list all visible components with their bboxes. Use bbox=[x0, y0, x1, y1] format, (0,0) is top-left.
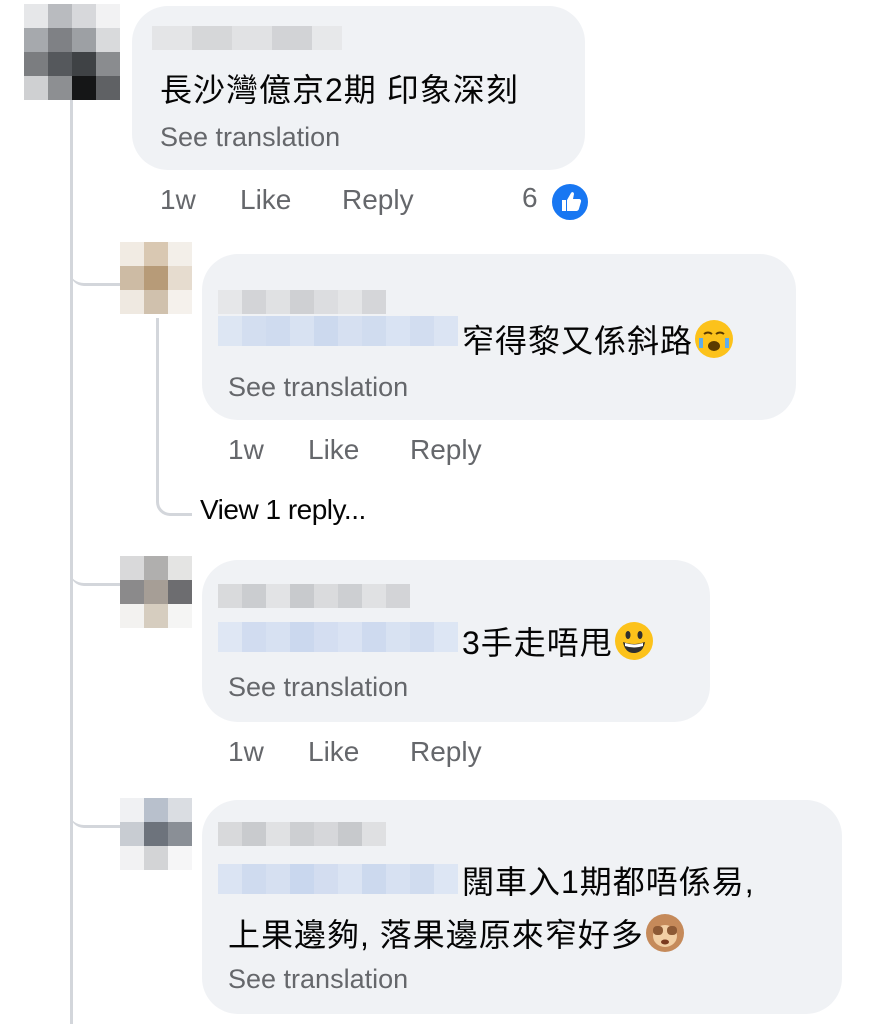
thumbs-up-icon bbox=[562, 192, 582, 211]
commenter-name-redacted bbox=[218, 584, 410, 608]
grinning-face-emoji bbox=[614, 622, 653, 660]
comment-text: 長沙灣億京2期 印象深刻 bbox=[160, 72, 519, 108]
thread-connector-view-replies bbox=[156, 480, 192, 516]
view-replies-link[interactable]: View 1 reply... bbox=[200, 494, 366, 526]
comment-text: 上果邊夠, 落果邊原來窄好多 bbox=[228, 917, 644, 953]
comment-time: 1w bbox=[160, 184, 196, 215]
like-button[interactable]: Like bbox=[240, 184, 291, 216]
commenter-name-redacted bbox=[152, 26, 342, 50]
comment-text: 3手走唔甩 bbox=[462, 625, 613, 661]
see-translation-link[interactable]: See translation bbox=[160, 122, 340, 153]
thread-connector-reply-3 bbox=[70, 782, 120, 828]
weary-face-emoji bbox=[695, 320, 734, 358]
avatar[interactable] bbox=[120, 242, 192, 314]
avatar[interactable] bbox=[120, 556, 192, 628]
mention-tag-redacted[interactable] bbox=[218, 864, 458, 894]
reply-button[interactable]: Reply bbox=[342, 184, 414, 216]
comment-text-line: 窄得黎又係斜路 bbox=[462, 320, 734, 361]
mention-tag-redacted[interactable] bbox=[218, 316, 458, 346]
comment-bubble: 3手走唔甩 See translation bbox=[202, 560, 710, 722]
thread-line-sub bbox=[156, 318, 159, 488]
reply-button[interactable]: Reply bbox=[410, 736, 482, 768]
comment-bubble: 窄得黎又係斜路 See translation bbox=[202, 254, 796, 420]
comment-text-line-1: 闊車入1期都唔係易, bbox=[462, 864, 755, 900]
comment-text: 窄得黎又係斜路 bbox=[462, 323, 694, 359]
see-translation-link[interactable]: See translation bbox=[228, 372, 408, 403]
mention-tag-redacted[interactable] bbox=[218, 622, 458, 652]
thread-connector-reply-2 bbox=[70, 540, 120, 586]
like-reaction-icon[interactable] bbox=[550, 182, 590, 222]
comment-text-line-2: 上果邊夠, 落果邊原來窄好多 bbox=[228, 914, 684, 955]
commenter-name-redacted bbox=[218, 822, 386, 846]
comment-bubble: 長沙灣億京2期 印象深刻 See translation bbox=[132, 6, 585, 170]
comment-bubble: 闊車入1期都唔係易, 上果邊夠, 落果邊原來窄好多 See translatio… bbox=[202, 800, 842, 1014]
like-button[interactable]: Like bbox=[308, 736, 359, 768]
avatar[interactable] bbox=[120, 798, 192, 870]
commenter-name-redacted bbox=[218, 290, 386, 314]
comment-time: 1w bbox=[228, 434, 264, 465]
reaction-count: 6 bbox=[522, 182, 538, 213]
see-translation-link[interactable]: See translation bbox=[228, 672, 408, 703]
see-no-evil-emoji bbox=[645, 914, 684, 952]
comment-text-line: 3手走唔甩 bbox=[462, 622, 653, 663]
thread-connector-reply-1 bbox=[70, 240, 120, 286]
avatar[interactable] bbox=[24, 4, 120, 100]
reply-button[interactable]: Reply bbox=[410, 434, 482, 466]
like-button[interactable]: Like bbox=[308, 434, 359, 466]
comment-time: 1w bbox=[228, 736, 264, 767]
see-translation-link[interactable]: See translation bbox=[228, 964, 408, 995]
